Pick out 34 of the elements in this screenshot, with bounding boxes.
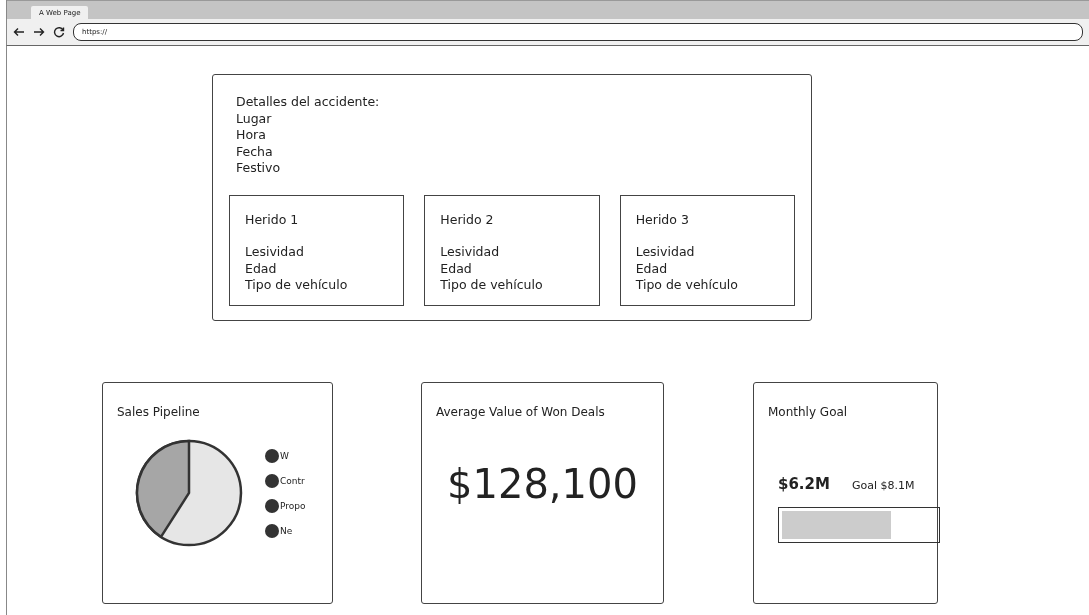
field-label: Edad: [245, 260, 278, 277]
forward-arrow-icon[interactable]: [33, 26, 45, 38]
card-title: Herido 2: [440, 211, 495, 228]
legend-label: Propo: [280, 500, 306, 511]
current-value: $6.2M: [778, 475, 830, 493]
field-label: Lesividad: [440, 244, 501, 261]
field-label: Hora: [236, 127, 267, 144]
legend-label: Ne: [280, 525, 293, 536]
card-title: Monthly Goal: [768, 405, 849, 419]
legend-dot: [265, 498, 279, 513]
legend-label: Contr: [280, 475, 305, 486]
field-label: Lesividad: [635, 244, 696, 261]
field-label: Tipo de vehículo: [245, 277, 349, 294]
card-title: Sales Pipeline: [117, 405, 201, 419]
field-label: Tipo de vehículo: [635, 277, 739, 294]
field-label: Tipo de vehículo: [440, 277, 544, 294]
reload-icon[interactable]: [53, 26, 65, 38]
back-arrow-icon[interactable]: [13, 26, 25, 38]
legend-label: W: [280, 450, 289, 461]
card-title: Herido 3: [635, 211, 690, 228]
field-label: Edad: [440, 260, 473, 277]
card-title: Herido 1: [245, 211, 300, 228]
field-label: Lesividad: [245, 244, 305, 261]
panel-heading: Detalles del accidente:: [236, 94, 381, 111]
legend-dot: [265, 523, 279, 538]
field-label: Fecha: [236, 143, 274, 160]
average-value: $128,100: [446, 461, 639, 507]
field-label: Festivo: [236, 160, 282, 177]
card-title: Average Value of Won Deals: [436, 405, 606, 419]
field-label: Edad: [635, 260, 669, 277]
legend-dot: [265, 448, 279, 463]
legend-dot: [265, 473, 279, 488]
field-label: Lugar: [236, 110, 273, 127]
goal-value: Goal $8.1M: [851, 479, 915, 492]
